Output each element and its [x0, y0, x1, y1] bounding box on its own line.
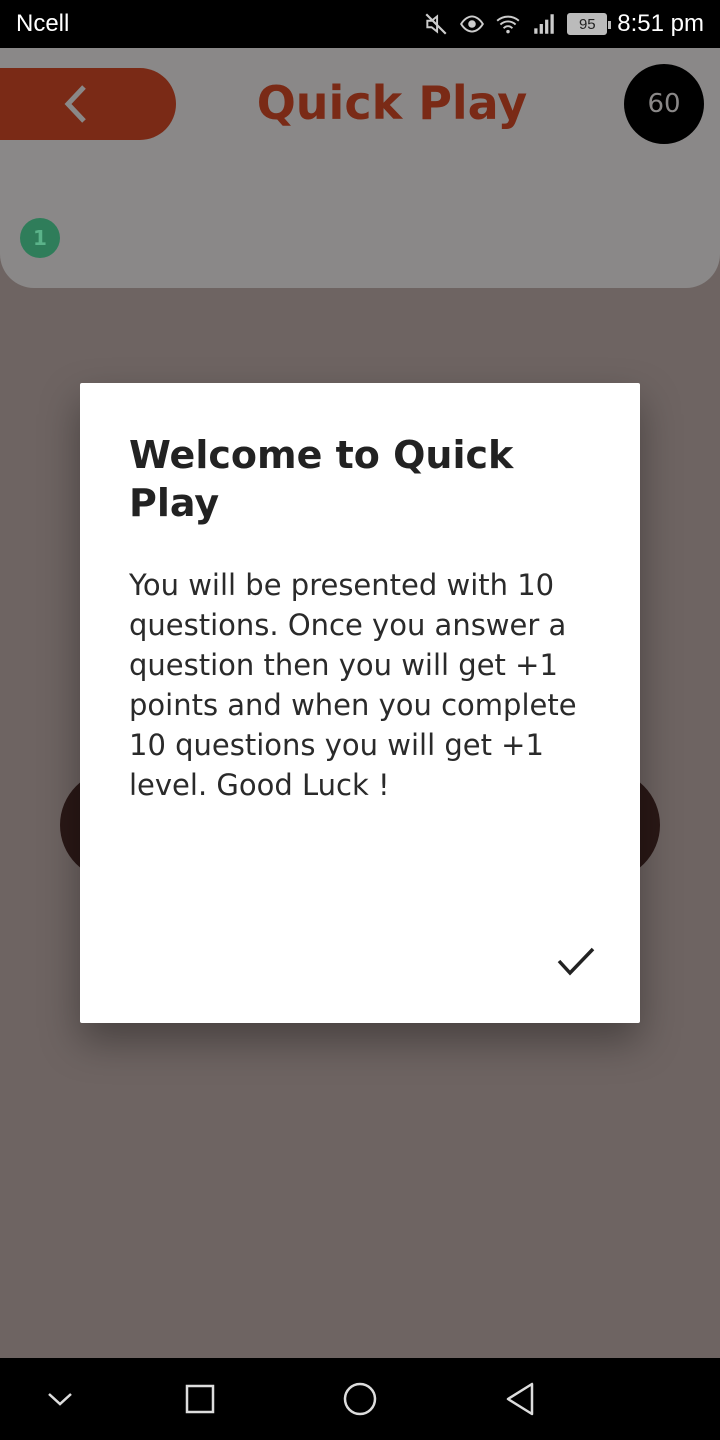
page-title: Quick Play [256, 76, 528, 130]
chevron-down-icon [48, 1393, 72, 1406]
recent-apps-icon [185, 1384, 215, 1414]
home-button[interactable] [337, 1376, 383, 1422]
navigation-bar [0, 1358, 720, 1440]
carrier-name: Ncell [16, 10, 70, 37]
recent-apps-button[interactable] [177, 1376, 223, 1422]
dialog-title: Welcome to Quick Play [129, 433, 514, 525]
eye-icon [460, 15, 485, 33]
status-bar: Ncell 95 8:51 pm [0, 0, 720, 48]
nav-collapse-button[interactable] [37, 1376, 83, 1422]
score-badge: 60 [624, 64, 704, 144]
welcome-dialog: Welcome to Quick Play You will be presen… [80, 383, 640, 1023]
signal-icon [534, 14, 555, 34]
checkmark-icon [557, 947, 595, 976]
status-icons: 95 8:51 pm [423, 10, 704, 38]
battery-icon: 95 [567, 13, 612, 35]
mute-icon [425, 13, 447, 35]
level-badge: 1 [20, 218, 60, 258]
home-icon [343, 1382, 377, 1416]
confirm-button[interactable] [550, 939, 602, 983]
status-time: 8:51 pm [617, 10, 704, 37]
back-nav-button[interactable] [497, 1376, 543, 1422]
wifi-icon [496, 15, 520, 34]
back-icon [506, 1382, 534, 1416]
dialog-message: You will be presented with 10 questions.… [129, 568, 577, 802]
